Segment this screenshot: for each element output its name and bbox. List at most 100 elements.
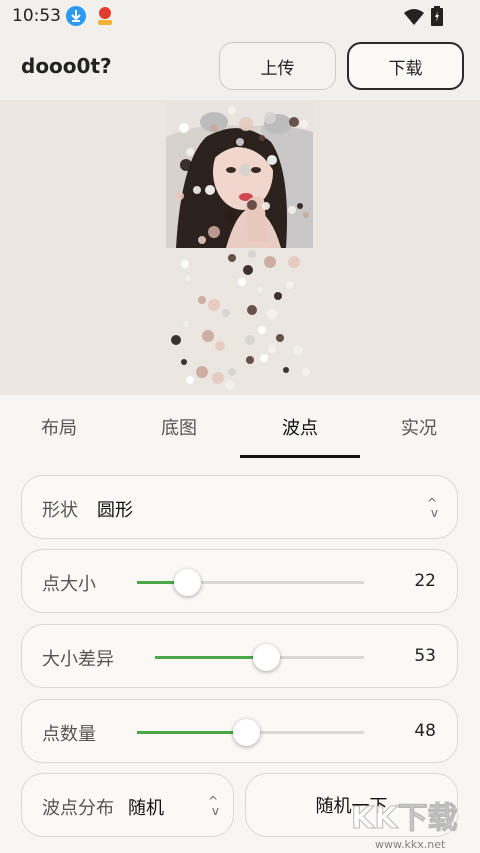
polka-dot: [300, 120, 308, 128]
polka-dot: [286, 281, 294, 289]
app-title: dooo0t?: [21, 54, 112, 78]
polka-dot: [288, 256, 300, 268]
polka-dot: [246, 356, 254, 364]
shape-select[interactable]: 形状 圆形 ^ v: [21, 475, 458, 539]
tab-polka-dots[interactable]: 波点: [282, 414, 318, 440]
size-variance-label: 大小差异: [42, 649, 114, 670]
polka-dot: [247, 200, 257, 210]
polka-dot: [210, 124, 218, 132]
status-time: 10:53: [12, 6, 61, 26]
dot-size-label: 点大小: [42, 574, 96, 595]
dot-size-slider[interactable]: [137, 569, 364, 596]
tab-active-indicator: [240, 455, 360, 458]
polka-dot: [245, 335, 255, 345]
dot-count-control: 点数量 48: [21, 699, 458, 763]
chevron-updown-icon: ^ v: [208, 794, 219, 818]
polka-dot: [185, 275, 191, 281]
download-button[interactable]: 下载: [347, 42, 464, 90]
distribution-select[interactable]: 波点分布 随机 ^ v: [21, 773, 234, 837]
polka-dot: [228, 106, 236, 114]
polka-dot: [289, 117, 299, 127]
polka-dot: [196, 366, 208, 378]
size-variance-slider[interactable]: [155, 644, 364, 671]
polka-dot: [297, 203, 303, 209]
polka-dot: [239, 117, 253, 131]
polka-dot: [215, 341, 225, 351]
dot-size-control: 点大小 22: [21, 549, 458, 613]
polka-dot: [181, 359, 187, 365]
polka-dot: [180, 159, 192, 171]
download-notification-icon: [66, 6, 86, 26]
polka-dot: [247, 305, 257, 315]
dot-count-slider-thumb[interactable]: [233, 719, 260, 746]
polka-dot: [222, 309, 230, 317]
polka-dot: [205, 185, 215, 195]
polka-dot: [268, 345, 276, 353]
polka-dot: [225, 380, 235, 390]
polka-dot: [258, 326, 266, 334]
polka-dot: [293, 345, 303, 355]
polka-dot: [259, 135, 265, 141]
wifi-icon: [404, 8, 424, 30]
polka-dot: [302, 368, 310, 376]
polka-dots-layer: [171, 106, 310, 390]
watermark-logo: KK下载 www.kkx.net: [335, 786, 480, 853]
polka-dot: [243, 265, 253, 275]
size-variance-control: 大小差异 53: [21, 624, 458, 688]
status-bar: 10:53: [0, 0, 480, 34]
polka-dot: [267, 155, 277, 165]
svg-text:www.kkx.net: www.kkx.net: [375, 838, 446, 851]
polka-dot: [224, 210, 236, 222]
polka-dot: [264, 256, 276, 268]
polka-dot: [208, 299, 220, 311]
size-variance-slider-fill: [155, 656, 266, 659]
size-variance-slider-thumb[interactable]: [253, 644, 280, 671]
polka-dot: [198, 296, 206, 304]
dot-count-slider[interactable]: [137, 719, 364, 746]
tab-layout[interactable]: 布局: [41, 414, 77, 440]
polka-dot: [288, 206, 296, 214]
dot-count-value: 48: [414, 721, 436, 741]
polka-dot: [260, 354, 268, 362]
polka-dot: [228, 254, 236, 262]
polka-dot: [236, 138, 244, 146]
upload-button[interactable]: 上传: [219, 42, 336, 90]
polka-dot: [267, 309, 277, 319]
battery-icon: [431, 6, 443, 30]
polka-dot: [179, 123, 189, 133]
polka-dot: [239, 164, 251, 176]
dot-size-value: 22: [414, 571, 436, 591]
polka-dot: [262, 202, 270, 210]
size-variance-value: 53: [414, 646, 436, 666]
chevron-updown-icon: ^ v: [427, 496, 438, 520]
dot-count-slider-fill: [137, 731, 246, 734]
distribution-value: 随机: [128, 798, 164, 819]
polka-dot: [238, 278, 246, 286]
polka-dot: [171, 335, 181, 345]
dot-size-slider-thumb[interactable]: [174, 569, 201, 596]
polka-dot: [276, 334, 284, 342]
polka-dot: [186, 148, 194, 156]
polka-dot: [283, 367, 289, 373]
tab-bar: 布局 底图 波点 实况: [0, 396, 480, 458]
polka-dot: [228, 368, 236, 376]
polka-dot: [186, 376, 194, 384]
polka-dot: [303, 212, 309, 218]
distribution-label: 波点分布: [42, 798, 114, 819]
top-bar: dooo0t? 上传 下载: [0, 34, 480, 100]
polka-dot: [198, 236, 206, 244]
polka-dot: [248, 250, 256, 258]
svg-text:KK下载: KK下载: [351, 801, 458, 836]
polka-dot: [212, 372, 224, 384]
dot-count-label: 点数量: [42, 724, 96, 745]
app-notification-icon: [95, 5, 115, 27]
tab-live[interactable]: 实况: [401, 414, 437, 440]
polka-dot: [274, 292, 282, 300]
polka-dot: [176, 192, 184, 200]
polka-dot: [202, 330, 214, 342]
shape-label: 形状: [42, 500, 78, 521]
tab-background[interactable]: 底图: [161, 414, 197, 440]
polka-dot: [264, 112, 276, 124]
preview-canvas[interactable]: [0, 100, 480, 395]
polka-dot: [257, 287, 263, 293]
